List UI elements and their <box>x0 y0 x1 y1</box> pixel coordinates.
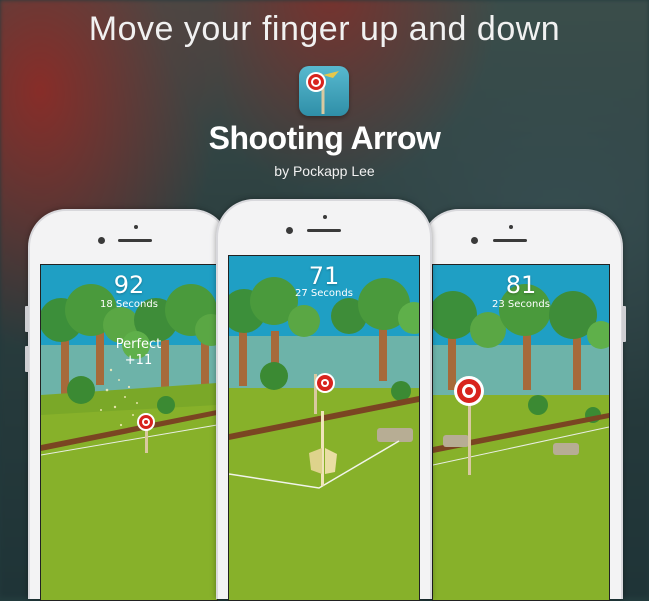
seconds-remaining: 27 Seconds <box>295 288 353 299</box>
phone-left: 92 18 Seconds Perfect +11 <box>25 209 230 601</box>
app-author: by Pockapp Lee <box>274 163 375 179</box>
feedback-label: Perfect <box>115 337 162 352</box>
seconds-remaining: 23 Seconds <box>492 299 550 310</box>
score-value: 81 <box>505 271 537 299</box>
game-screen[interactable]: 81 23 Seconds <box>432 264 610 601</box>
game-screen[interactable]: 71 27 Seconds <box>228 255 420 601</box>
speaker-grille <box>493 239 527 242</box>
front-camera <box>286 227 293 234</box>
score-value: 92 <box>113 271 145 299</box>
sensor-dot <box>509 225 513 229</box>
score-value: 71 <box>308 262 340 290</box>
sensor-dot <box>323 215 327 219</box>
speaker-grille <box>307 229 341 232</box>
bonus-points: +11 <box>124 353 153 368</box>
phone-center: 71 27 Seconds <box>216 199 432 601</box>
front-camera <box>471 237 478 244</box>
volume-button <box>25 306 29 332</box>
game-screen[interactable]: 92 18 Seconds Perfect +11 <box>40 264 218 601</box>
sensor-dot <box>134 225 138 229</box>
volume-button <box>25 346 29 372</box>
power-button <box>622 306 626 342</box>
speaker-grille <box>118 239 152 242</box>
seconds-remaining: 18 Seconds <box>100 299 158 310</box>
phone-right: 81 23 Seconds <box>421 209 626 601</box>
archery-target-icon <box>299 66 349 116</box>
app-title: Shooting Arrow <box>208 120 441 156</box>
headline: Move your finger up and down <box>88 10 561 48</box>
front-camera <box>98 237 105 244</box>
